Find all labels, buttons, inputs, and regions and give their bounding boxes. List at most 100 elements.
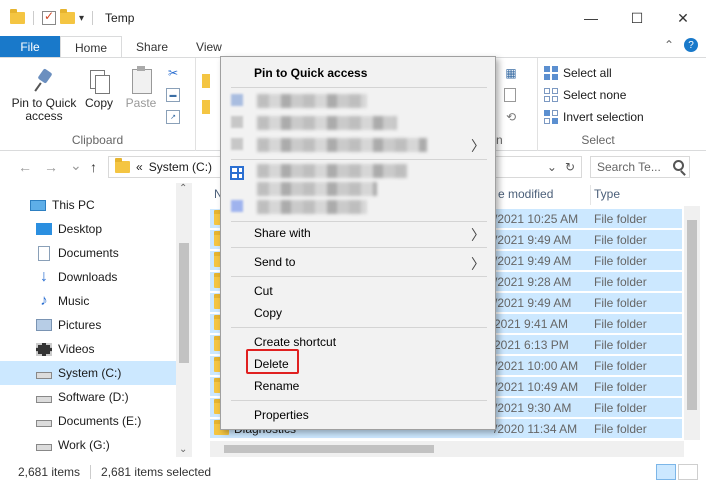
redacted-menu-item[interactable] <box>257 182 377 196</box>
minimize-button[interactable]: — <box>568 0 614 36</box>
nav-label: Work (G:) <box>58 438 110 452</box>
list-scrollbar[interactable] <box>684 206 700 440</box>
breadcrumb-chevrons[interactable]: « <box>136 160 143 174</box>
row-type: File folder <box>594 233 647 247</box>
history-icon[interactable]: ⟲ <box>504 110 518 124</box>
invert-selection-label: Invert selection <box>563 110 644 124</box>
tab-home[interactable]: Home <box>60 36 123 58</box>
up-button[interactable]: ↑ <box>90 159 97 175</box>
row-type: File folder <box>594 359 647 373</box>
nav-scrollbar[interactable]: ⌃ ⌄ <box>176 183 192 457</box>
new-folder-icon[interactable] <box>60 9 75 24</box>
nav-label: Pictures <box>58 318 102 332</box>
menu-item-cut[interactable]: Cut <box>221 280 495 302</box>
select-none-icon <box>544 88 558 102</box>
downloads-icon: ↓ <box>40 268 48 285</box>
row-date-modified: /2021 9:30 AM <box>494 401 572 415</box>
search-placeholder: Search Te... <box>597 160 661 174</box>
nav-item-pictures[interactable]: Pictures <box>0 313 176 337</box>
submenu-arrow-icon: 〉 <box>471 227 485 243</box>
desktop-icon <box>36 223 52 235</box>
nav-label: This PC <box>52 198 95 212</box>
nav-label: Documents (E:) <box>58 414 142 428</box>
refresh-button[interactable]: ↻ <box>565 160 575 174</box>
close-button[interactable]: ✕ <box>660 0 706 36</box>
maximize-button[interactable]: ☐ <box>614 0 660 36</box>
menu-item-send-to[interactable]: Send to 〉 <box>221 251 495 273</box>
menu-item-copy[interactable]: Copy <box>221 302 495 324</box>
menu-item-properties[interactable]: Properties <box>221 404 495 426</box>
large-icons-view-button[interactable] <box>678 464 698 480</box>
paste-shortcut-icon[interactable]: ↗ <box>166 110 180 124</box>
customize-toolbar-icon[interactable]: ▾ <box>79 13 84 24</box>
properties-icon[interactable] <box>42 9 56 25</box>
nav-item-desktop[interactable]: Desktop <box>0 217 176 241</box>
menu-label: Send to <box>254 255 296 269</box>
copy-to-icon[interactable] <box>202 100 210 114</box>
menu-separator <box>231 159 487 160</box>
folder-icon <box>115 158 130 173</box>
select-all-button[interactable]: Select all <box>544 66 612 80</box>
nav-item-music[interactable]: ♪ Music <box>0 289 176 313</box>
navigation-pane: This PC Desktop Documents ↓ Downloads ♪ … <box>0 183 192 457</box>
redacted-menu-item[interactable] <box>257 116 397 130</box>
documents-icon <box>38 245 50 261</box>
redacted-menu-item[interactable] <box>257 200 367 214</box>
list-scrollbar-thumb[interactable] <box>687 220 697 410</box>
cut-icon[interactable]: ✂ <box>166 66 180 80</box>
nav-item-this-pc[interactable]: This PC <box>0 193 176 217</box>
tab-share[interactable]: Share <box>122 36 182 58</box>
row-date-modified: /2021 9:49 AM <box>494 296 572 310</box>
help-icon[interactable]: ? <box>684 38 698 52</box>
nav-item-videos[interactable]: Videos <box>0 337 176 361</box>
collapse-ribbon-icon[interactable]: ⌃ <box>664 38 674 52</box>
nav-item-documents[interactable]: Documents <box>0 241 176 265</box>
row-type: File folder <box>594 401 647 415</box>
details-view-button[interactable] <box>656 464 676 480</box>
column-header-type[interactable]: Type <box>594 187 620 201</box>
breadcrumb-system-c[interactable]: System (C:) <box>149 160 212 174</box>
back-button[interactable]: ← <box>18 159 32 175</box>
copy-path-icon[interactable]: ▬ <box>166 88 180 102</box>
copy-button[interactable]: Copy <box>82 68 116 110</box>
nav-item-downloads[interactable]: ↓ Downloads <box>0 265 176 289</box>
nav-label: Documents <box>58 246 119 260</box>
invert-selection-button[interactable]: Invert selection <box>544 110 644 124</box>
scroll-up-icon[interactable]: ⌃ <box>179 183 187 194</box>
paste-button[interactable]: Paste <box>124 66 158 110</box>
forward-button[interactable]: → <box>44 159 58 175</box>
nav-item-system-c[interactable]: System (C:) <box>0 361 176 385</box>
pin-to-quick-access-button[interactable]: Pin to Quick access <box>8 68 80 123</box>
nav-item-documents-e[interactable]: Documents (E:) <box>0 409 176 433</box>
app-icon <box>231 116 243 128</box>
nav-scrollbar-thumb[interactable] <box>179 243 189 363</box>
recent-locations-dropdown[interactable]: ⌄ <box>70 157 82 174</box>
redacted-menu-item[interactable] <box>257 138 427 152</box>
nav-item-work-g[interactable]: Work (G:) <box>0 433 176 457</box>
scroll-down-icon[interactable]: ⌄ <box>179 444 187 455</box>
column-header-date-modified[interactable]: e modified <box>498 187 553 201</box>
search-icon <box>673 160 684 171</box>
new-item-icon[interactable]: ▦ <box>504 66 518 80</box>
menu-item-share-with[interactable]: Share with 〉 <box>221 222 495 244</box>
horizontal-scrollbar-thumb[interactable] <box>224 445 434 453</box>
menu-item-rename[interactable]: Rename <box>221 375 495 397</box>
select-none-button[interactable]: Select none <box>544 88 626 102</box>
open-icon[interactable] <box>504 88 516 102</box>
search-input[interactable]: Search Te... <box>590 156 690 178</box>
app-icon <box>231 200 243 212</box>
nav-item-software-d[interactable]: Software (D:) <box>0 385 176 409</box>
redacted-menu-item[interactable] <box>257 94 367 108</box>
divider <box>90 465 92 479</box>
tab-file[interactable]: File <box>0 36 60 58</box>
nav-label: System (C:) <box>58 366 122 380</box>
redacted-menu-item[interactable] <box>257 164 407 178</box>
move-to-icon[interactable] <box>202 74 210 88</box>
menu-item-pin-to-quick-access[interactable]: Pin to Quick access <box>221 62 495 84</box>
horizontal-scrollbar[interactable] <box>210 441 684 457</box>
tab-view[interactable]: View <box>182 36 236 58</box>
address-dropdown[interactable]: ⌄ <box>547 160 557 174</box>
select-none-label: Select none <box>563 88 627 102</box>
open-group-label: n <box>496 133 503 147</box>
column-divider[interactable] <box>590 185 591 205</box>
